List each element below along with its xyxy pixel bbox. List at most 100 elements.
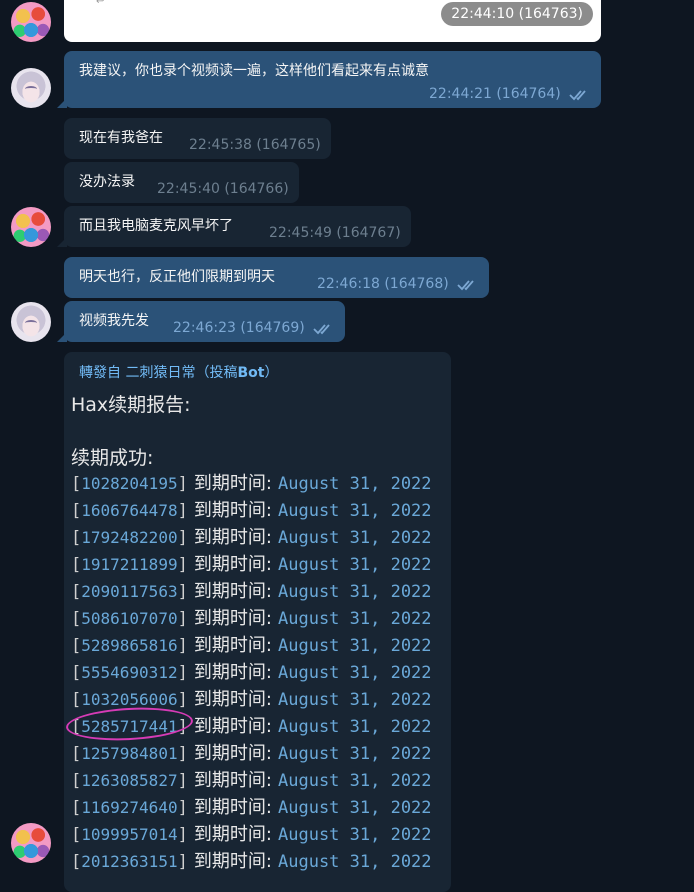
bracket-close: ] bbox=[177, 582, 188, 602]
image-message[interactable]: ↩ 22:44:10 (164763) bbox=[64, 0, 601, 42]
expiry-label: 到期时间: bbox=[193, 500, 272, 521]
expiry-date-link[interactable]: August 31, 2022 bbox=[278, 771, 432, 791]
bracket-close: ] bbox=[177, 501, 188, 521]
message-timestamp: 22:46:18 (164768) bbox=[317, 276, 449, 292]
account-id-link[interactable]: 5554690312 bbox=[81, 663, 177, 682]
expiry-label: 到期时间: bbox=[193, 581, 272, 602]
report-subtitle: 续期成功: bbox=[71, 447, 154, 469]
message-text: 我建议，你也录个视频读一遍，这样他们看起来有点诚意 bbox=[79, 63, 429, 79]
avatar[interactable] bbox=[11, 302, 51, 342]
message-bubble[interactable]: 明天也行，反正他们限期到明天 22:46:18 (164768) bbox=[64, 257, 489, 298]
expiry-label: 到期时间: bbox=[193, 662, 272, 683]
bracket-close: ] bbox=[177, 798, 188, 818]
forwarded-from-link[interactable]: 轉發自 二刺猿日常（投稿Bot） bbox=[79, 362, 278, 382]
account-id-link[interactable]: 1257984801 bbox=[81, 744, 177, 763]
bracket-open: [ bbox=[71, 744, 82, 764]
bracket-open: [ bbox=[71, 852, 82, 872]
account-id-link[interactable]: 1099957014 bbox=[81, 825, 177, 844]
message-timestamp: 22:45:40 (164766) bbox=[157, 181, 289, 197]
account-id-link[interactable]: 1032056006 bbox=[81, 690, 177, 709]
read-check-icon bbox=[313, 323, 333, 335]
message-text: 没办法录 bbox=[79, 174, 135, 190]
report-row: [5086107070] 到期时间: August 31, 2022 bbox=[71, 605, 432, 632]
account-id-link[interactable]: 2090117563 bbox=[81, 582, 177, 601]
report-row: [1917211899] 到期时间: August 31, 2022 bbox=[71, 551, 432, 578]
avatar[interactable] bbox=[11, 823, 51, 863]
message-text: 明天也行，反正他们限期到明天 bbox=[79, 269, 275, 285]
bracket-open: [ bbox=[71, 771, 82, 791]
account-id-link[interactable]: 2012363151 bbox=[81, 852, 177, 871]
bracket-close: ] bbox=[177, 771, 188, 791]
expiry-date-link[interactable]: August 31, 2022 bbox=[278, 690, 432, 710]
expiry-date-link[interactable]: August 31, 2022 bbox=[278, 582, 432, 602]
expiry-date-link[interactable]: August 31, 2022 bbox=[278, 501, 432, 521]
expiry-label: 到期时间: bbox=[193, 635, 272, 656]
message-text: 现在有我爸在 bbox=[79, 130, 163, 146]
bracket-close: ] bbox=[177, 609, 188, 629]
read-check-icon bbox=[569, 89, 589, 101]
expiry-date-link[interactable]: August 31, 2022 bbox=[278, 744, 432, 764]
bracket-open: [ bbox=[71, 609, 82, 629]
forwarded-message[interactable]: 轉發自 二刺猿日常（投稿Bot） Hax续期报告: 续期成功: [1028204… bbox=[64, 352, 451, 892]
avatar[interactable] bbox=[11, 68, 51, 108]
report-row: [1169274640] 到期时间: August 31, 2022 bbox=[71, 794, 432, 821]
account-id-link[interactable]: 5289865816 bbox=[81, 636, 177, 655]
report-row: [2012363151] 到期时间: August 31, 2022 bbox=[71, 848, 432, 875]
message-bubble[interactable]: 而且我电脑麦克风早坏了 22:45:49 (164767) bbox=[64, 206, 411, 247]
account-id-link[interactable]: 1028204195 bbox=[81, 474, 177, 493]
expiry-label: 到期时间: bbox=[193, 554, 272, 575]
message-bubble[interactable]: 没办法录 22:45:40 (164766) bbox=[64, 162, 299, 203]
bracket-open: [ bbox=[71, 636, 82, 656]
read-check-icon bbox=[457, 279, 477, 291]
message-bubble[interactable]: 现在有我爸在 22:45:38 (164765) bbox=[64, 118, 331, 159]
message-timestamp: 22:46:23 (164769) bbox=[173, 320, 305, 336]
expiry-date-link[interactable]: August 31, 2022 bbox=[278, 663, 432, 683]
bracket-open: [ bbox=[71, 474, 82, 494]
account-id-link[interactable]: 1792482200 bbox=[81, 528, 177, 547]
account-id-link[interactable]: 5086107070 bbox=[81, 609, 177, 628]
account-id-link[interactable]: 1169274640 bbox=[81, 798, 177, 817]
expiry-date-link[interactable]: August 31, 2022 bbox=[278, 636, 432, 656]
expiry-label: 到期时间: bbox=[193, 797, 272, 818]
expiry-label: 到期时间: bbox=[193, 473, 272, 494]
report-row: [1257984801] 到期时间: August 31, 2022 bbox=[71, 740, 432, 767]
expiry-label: 到期时间: bbox=[193, 716, 272, 737]
message-bubble[interactable]: 视频我先发 22:46:23 (164769) bbox=[64, 301, 345, 342]
report-row: [5289865816] 到期时间: August 31, 2022 bbox=[71, 632, 432, 659]
expiry-label: 到期时间: bbox=[193, 824, 272, 845]
expiry-date-link[interactable]: August 31, 2022 bbox=[278, 474, 432, 494]
report-row: [1099957014] 到期时间: August 31, 2022 bbox=[71, 821, 432, 848]
bracket-open: [ bbox=[71, 501, 82, 521]
image-fragment-text: ↩ bbox=[96, 0, 105, 7]
expiry-date-link[interactable]: August 31, 2022 bbox=[278, 798, 432, 818]
report-row: [2090117563] 到期时间: August 31, 2022 bbox=[71, 578, 432, 605]
expiry-date-link[interactable]: August 31, 2022 bbox=[278, 555, 432, 575]
expiry-date-link[interactable]: August 31, 2022 bbox=[278, 852, 432, 872]
expiry-date-link[interactable]: August 31, 2022 bbox=[278, 825, 432, 845]
bracket-open: [ bbox=[71, 825, 82, 845]
expiry-date-link[interactable]: August 31, 2022 bbox=[278, 717, 432, 737]
message-text: 视频我先发 bbox=[79, 313, 149, 329]
avatar[interactable] bbox=[11, 2, 51, 42]
bracket-close: ] bbox=[177, 825, 188, 845]
expiry-label: 到期时间: bbox=[193, 851, 272, 872]
bracket-close: ] bbox=[177, 663, 188, 683]
account-id-link[interactable]: 1263085827 bbox=[81, 771, 177, 790]
expiry-label: 到期时间: bbox=[193, 608, 272, 629]
expiry-label: 到期时间: bbox=[193, 527, 272, 548]
message-text: 而且我电脑麦克风早坏了 bbox=[79, 218, 233, 234]
expiry-date-link[interactable]: August 31, 2022 bbox=[278, 609, 432, 629]
report-title: Hax续期报告: bbox=[71, 394, 191, 416]
message-timestamp: 22:44:10 (164763) bbox=[441, 2, 593, 26]
message-bubble[interactable]: 我建议，你也录个视频读一遍，这样他们看起来有点诚意 22:44:21 (1647… bbox=[64, 51, 601, 108]
forwarded-prefix: 轉發自 二刺猿日常（投稿 bbox=[79, 365, 238, 381]
expiry-date-link[interactable]: August 31, 2022 bbox=[278, 528, 432, 548]
expiry-label: 到期时间: bbox=[193, 770, 272, 791]
avatar[interactable] bbox=[11, 207, 51, 247]
account-id-link[interactable]: 1917211899 bbox=[81, 555, 177, 574]
expiry-label: 到期时间: bbox=[193, 689, 272, 710]
account-id-link[interactable]: 1606764478 bbox=[81, 501, 177, 520]
bracket-close: ] bbox=[177, 690, 188, 710]
expiry-label: 到期时间: bbox=[193, 743, 272, 764]
report-list: [1028204195] 到期时间: August 31, 2022 [16067… bbox=[71, 470, 432, 875]
